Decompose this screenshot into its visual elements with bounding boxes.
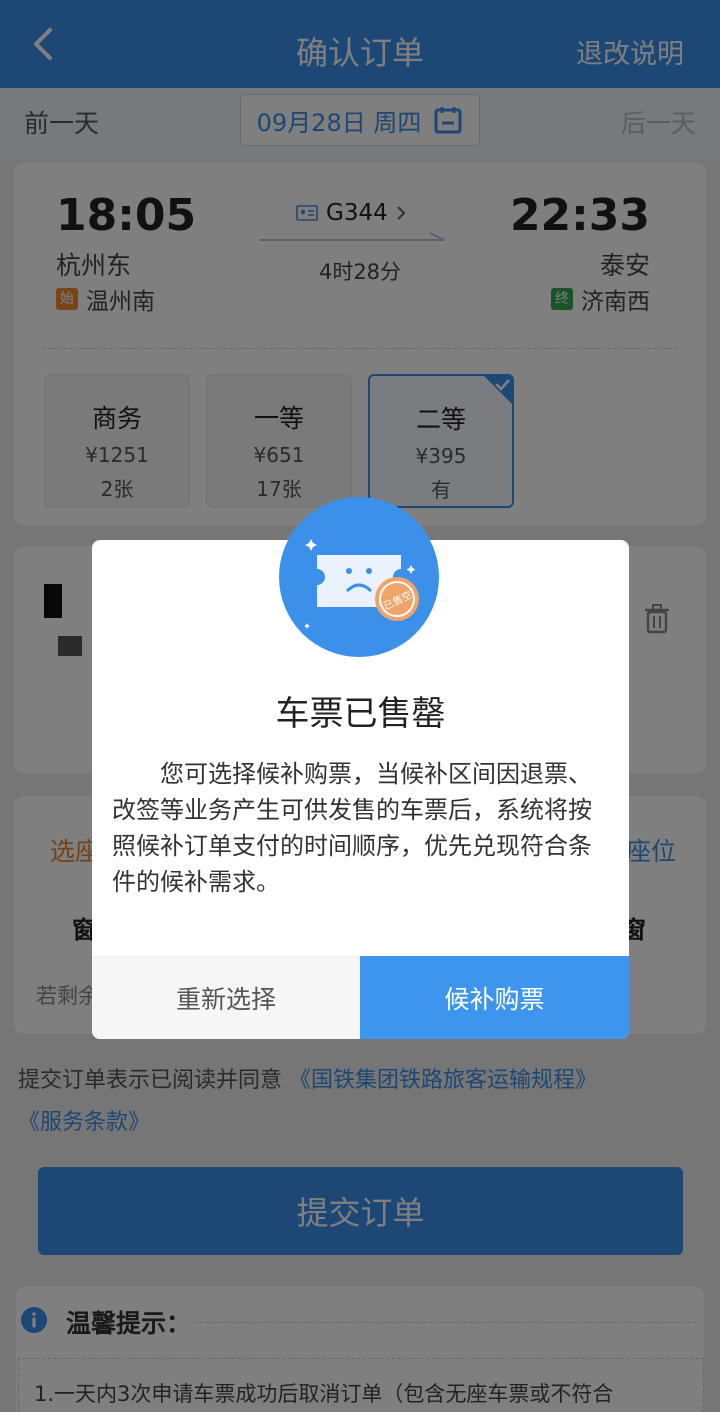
sold-out-ticket-icon: 已售空	[279, 497, 439, 657]
reselect-button[interactable]: 重新选择	[92, 956, 360, 1039]
dialog-message: 您可选择候补购票，当候补区间因退票、改签等业务产生可供发售的车票后，系统将按照候…	[112, 760, 592, 896]
dialog-title: 车票已售罄	[275, 694, 446, 734]
waitlist-purchase-button[interactable]: 候补购票	[360, 956, 629, 1039]
